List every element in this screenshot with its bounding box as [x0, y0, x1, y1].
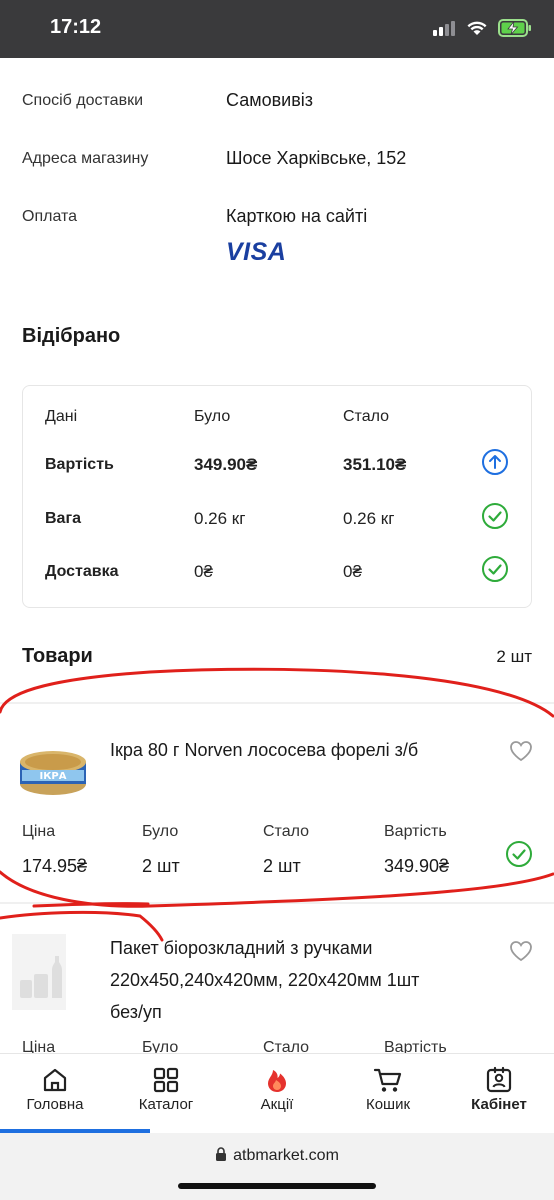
product-total: 349.90₴ [384, 856, 450, 876]
before-header: Було [142, 1039, 179, 1053]
product-name-line-2[interactable]: 220x450,240x420мм, 220x420мм 1шт [110, 964, 419, 996]
nav-cabinet-label: Кабінет [471, 1096, 527, 1113]
check-icon [506, 841, 532, 867]
row-weight-after: 0.26 кг [343, 509, 395, 528]
product-after-qty: 2 шт [263, 856, 301, 876]
lock-icon [216, 1147, 227, 1161]
nav-promotions[interactable]: Акції [222, 1054, 332, 1134]
url-text: atbmarket.com [233, 1147, 339, 1164]
check-icon [482, 503, 508, 529]
heart-icon[interactable] [509, 940, 533, 962]
header-after: Стало [343, 408, 390, 425]
signal-icon [433, 21, 455, 36]
header-data: Дані [45, 408, 78, 425]
product-image-caviar-can: ІКРА [20, 751, 86, 795]
selected-title: Відібрано [22, 325, 121, 347]
product-image-placeholder [12, 934, 66, 1010]
row-weight-before: 0.26 кг [194, 509, 246, 528]
price-header: Ціна [22, 1039, 56, 1053]
total-header: Вартість [384, 1039, 447, 1053]
price-header: Ціна [22, 823, 56, 840]
product-price: 174.95₴ [22, 856, 88, 876]
nav-home-label: Головна [26, 1096, 84, 1113]
row-delivery-label: Доставка [45, 563, 119, 580]
row-weight-label: Вага [45, 510, 82, 527]
nav-catalog-label: Каталог [138, 1096, 194, 1113]
arrow-up-icon [482, 449, 508, 475]
check-icon [482, 556, 508, 582]
nav-promotions-label: Акції [260, 1096, 294, 1113]
battery-charging-icon [498, 19, 531, 37]
row-cost-before: 349.90₴ [194, 455, 258, 474]
header-before: Було [194, 408, 231, 425]
cart-icon [373, 1068, 402, 1092]
payment-label: Оплата [22, 208, 78, 225]
after-header: Стало [263, 1039, 310, 1053]
selected-summary-card: Дані Було Стало Вартість 349.90₴ 351.10₴… [22, 385, 532, 608]
status-icons [432, 19, 532, 37]
store-address-value: Шосе Харківське, 152 [226, 148, 407, 168]
nav-cart[interactable]: Кошик [333, 1054, 443, 1134]
status-bar: 17:12 [0, 0, 554, 58]
store-address-label: Адреса магазину [22, 150, 149, 167]
product-card-2[interactable]: Пакет біорозкладний з ручками 220x450,24… [0, 904, 554, 1053]
total-header: Вартість [384, 823, 447, 840]
product-image-label: ІКРА [40, 771, 67, 782]
nav-cart-label: Кошик [365, 1096, 411, 1113]
visa-logo: VISA [226, 238, 287, 266]
delivery-method-value: Самовивіз [226, 90, 314, 110]
nav-cabinet[interactable]: Кабінет [444, 1054, 554, 1134]
heart-icon[interactable] [509, 740, 533, 762]
row-cost-label: Вартість [45, 456, 114, 473]
row-delivery-before: 0₴ [194, 562, 213, 581]
product-card-1[interactable]: ІКРА Ікра 80 г Norven лососева форелі з/… [0, 704, 554, 902]
after-header: Стало [263, 823, 310, 840]
payment-value: Карткою на сайті [226, 206, 368, 226]
url-display[interactable]: atbmarket.com [0, 1147, 554, 1165]
goods-count: 2 шт [496, 647, 532, 666]
product-name[interactable]: Ікра 80 г Norven лососева форелі з/б [110, 734, 418, 766]
bottom-navigation: Головна Каталог Акції Кошик Кабінет [0, 1053, 554, 1133]
goods-title: Товари [22, 645, 93, 667]
fire-icon [268, 1070, 286, 1092]
product-before-qty: 2 шт [142, 856, 180, 876]
home-indicator [178, 1183, 376, 1189]
before-header: Було [142, 823, 179, 840]
home-icon [43, 1068, 67, 1092]
grid-icon [153, 1067, 179, 1093]
profile-icon [486, 1066, 512, 1093]
product-name-line-1[interactable]: Пакет біорозкладний з ручками [110, 932, 372, 964]
status-time: 17:12 [50, 16, 102, 38]
row-cost-after: 351.10₴ [343, 455, 407, 474]
product-name-line-3[interactable]: без/уп [110, 996, 162, 1028]
browser-url-bar[interactable]: atbmarket.com [0, 1133, 554, 1200]
nav-home[interactable]: Головна [0, 1054, 110, 1134]
row-delivery-after: 0₴ [343, 562, 362, 581]
delivery-method-label: Спосіб доставки [22, 92, 143, 109]
nav-catalog[interactable]: Каталог [111, 1054, 221, 1134]
wifi-icon [467, 21, 487, 35]
